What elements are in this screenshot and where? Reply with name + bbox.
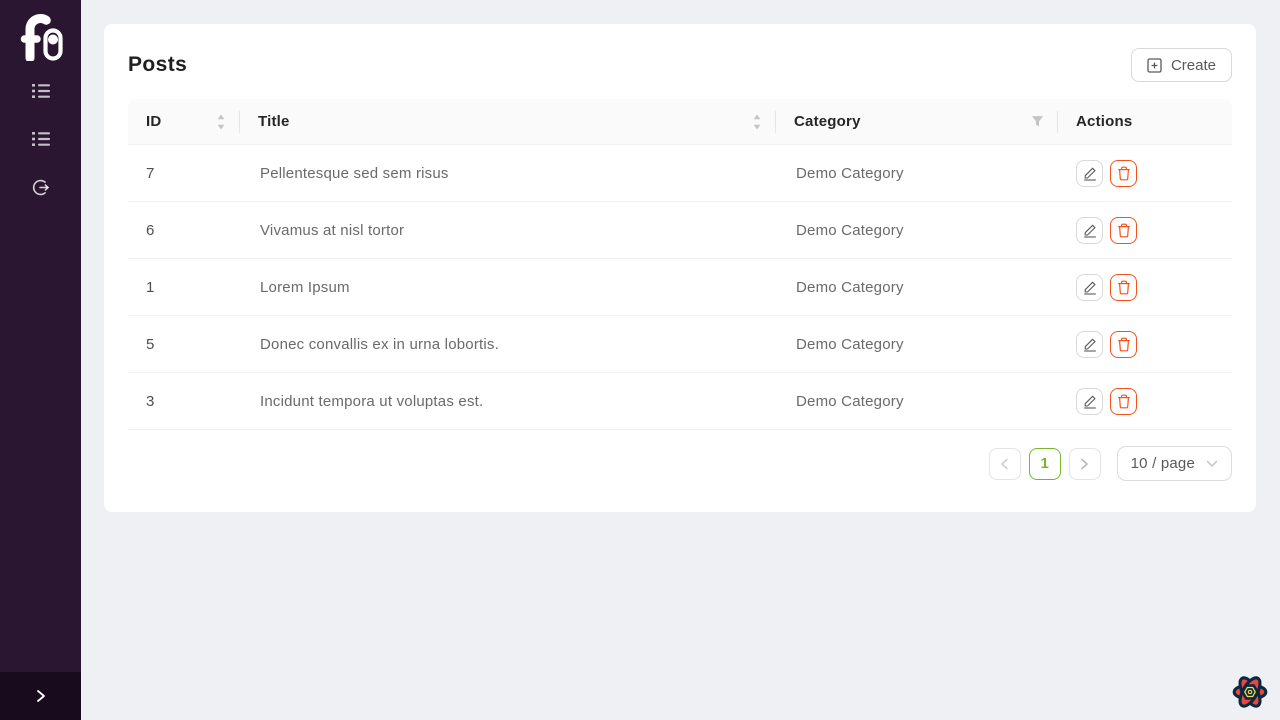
- cell-actions: [1058, 202, 1232, 259]
- pagination-next-button[interactable]: [1068, 447, 1101, 480]
- column-header-id[interactable]: ID: [128, 99, 240, 145]
- delete-trash-icon: [1117, 394, 1130, 408]
- cell-actions: [1058, 259, 1232, 316]
- main-content: Posts Create ID Title Category Actions 7…: [81, 0, 1280, 720]
- pagination: 1 10 / page: [128, 446, 1232, 481]
- sort-carets-icon: [217, 114, 225, 129]
- f-toggle-logo-icon: [20, 13, 63, 61]
- edit-button[interactable]: [1076, 330, 1103, 358]
- column-header-actions: Actions: [1058, 99, 1232, 145]
- table-header-row: ID Title Category Actions: [128, 99, 1232, 145]
- react-query-devtools-button[interactable]: [1228, 670, 1272, 714]
- edit-button[interactable]: [1076, 216, 1103, 244]
- cell-actions: [1058, 373, 1232, 430]
- chevron-down-icon: [1206, 460, 1218, 467]
- table-row: 5 Donec convallis ex in urna lobortis. D…: [128, 316, 1232, 373]
- table-row: 1 Lorem Ipsum Demo Category: [128, 259, 1232, 316]
- delete-trash-icon: [1117, 166, 1130, 180]
- cell-category: Demo Category: [776, 145, 1058, 202]
- cell-id: 1: [128, 259, 240, 316]
- pagination-prev-button[interactable]: [988, 447, 1021, 480]
- edit-button[interactable]: [1076, 159, 1103, 187]
- edit-pencil-icon: [1083, 395, 1096, 409]
- delete-button[interactable]: [1110, 273, 1137, 301]
- sidebar-nav: [0, 67, 81, 211]
- cell-title: Incidunt tempora ut voluptas est.: [240, 373, 776, 430]
- delete-trash-icon: [1117, 280, 1130, 294]
- delete-trash-icon: [1117, 337, 1130, 351]
- delete-trash-icon: [1117, 223, 1130, 237]
- column-label: Category: [794, 113, 861, 130]
- cell-id: 5: [128, 316, 240, 373]
- column-label: Actions: [1076, 113, 1133, 130]
- cell-id: 3: [128, 373, 240, 430]
- sidebar-item-logout[interactable]: [0, 163, 81, 211]
- chevron-left-icon: [1001, 458, 1008, 469]
- table-row: 6 Vivamus at nisl tortor Demo Category: [128, 202, 1232, 259]
- chevron-right-icon: [37, 690, 45, 702]
- cell-actions: [1058, 145, 1232, 202]
- cell-category: Demo Category: [776, 373, 1058, 430]
- cell-title: Donec convallis ex in urna lobortis.: [240, 316, 776, 373]
- create-button-label: Create: [1170, 56, 1216, 74]
- app-logo[interactable]: [18, 0, 64, 64]
- edit-pencil-icon: [1083, 338, 1096, 352]
- delete-button[interactable]: [1110, 216, 1137, 244]
- cell-category: Demo Category: [776, 316, 1058, 373]
- column-label: Title: [258, 113, 290, 130]
- page-size-label: 10 / page: [1130, 455, 1195, 472]
- table-row: 3 Incidunt tempora ut voluptas est. Demo…: [128, 373, 1232, 430]
- edit-pencil-icon: [1083, 224, 1096, 238]
- cell-actions: [1058, 316, 1232, 373]
- column-label: ID: [146, 113, 162, 130]
- sort-carets-icon: [753, 114, 761, 129]
- table-row: 7 Pellentesque sed sem risus Demo Catego…: [128, 145, 1232, 202]
- chevron-right-icon: [1081, 458, 1088, 469]
- delete-button[interactable]: [1110, 387, 1137, 415]
- list-icon: [31, 132, 50, 146]
- cell-title: Pellentesque sed sem risus: [240, 145, 776, 202]
- plus-square-icon: [1147, 57, 1162, 73]
- posts-card: Posts Create ID Title Category Actions 7…: [104, 24, 1256, 512]
- card-header: Posts Create: [128, 46, 1232, 84]
- page-title: Posts: [128, 53, 188, 76]
- edit-button[interactable]: [1076, 387, 1103, 415]
- sidebar-collapse-trigger[interactable]: [0, 672, 81, 720]
- delete-button[interactable]: [1110, 330, 1137, 358]
- cell-category: Demo Category: [776, 202, 1058, 259]
- edit-button[interactable]: [1076, 273, 1103, 301]
- sidebar: [0, 0, 81, 720]
- create-button[interactable]: Create: [1130, 48, 1232, 82]
- posts-table: ID Title Category Actions 7 Pellentesque…: [128, 99, 1232, 430]
- list-icon: [31, 84, 50, 98]
- cell-category: Demo Category: [776, 259, 1058, 316]
- edit-pencil-icon: [1083, 167, 1096, 181]
- cell-title: Lorem Ipsum: [240, 259, 776, 316]
- cell-id: 6: [128, 202, 240, 259]
- filter-funnel-icon: [1031, 116, 1044, 127]
- pagination-page-1[interactable]: 1: [1028, 447, 1061, 480]
- cell-title: Vivamus at nisl tortor: [240, 202, 776, 259]
- cell-id: 7: [128, 145, 240, 202]
- edit-pencil-icon: [1083, 281, 1096, 295]
- page-size-select[interactable]: 10 / page: [1116, 446, 1232, 481]
- react-query-flower-icon: [1232, 676, 1268, 708]
- sidebar-item-categories[interactable]: [0, 115, 81, 163]
- delete-button[interactable]: [1110, 159, 1137, 187]
- column-header-title[interactable]: Title: [240, 99, 776, 145]
- column-header-category[interactable]: Category: [776, 99, 1058, 145]
- sidebar-item-posts[interactable]: [0, 67, 81, 115]
- logout-icon: [32, 179, 50, 195]
